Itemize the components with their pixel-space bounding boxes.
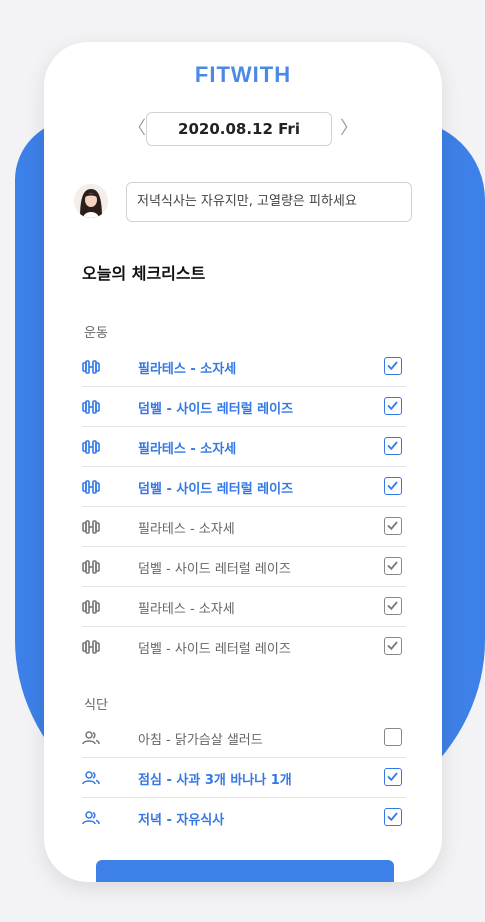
bottom-action-button[interactable] [96, 860, 394, 882]
phone-card: FITWITH 〈 2020.08.12 Fri 〉 저녁식사는 자유지만, 고… [44, 42, 442, 882]
exercise-item-label: 덤벨 - 사이드 레터럴 레이즈 [138, 642, 291, 657]
diet-item[interactable]: 아침 - 닭가슴살 샐러드 [82, 718, 406, 758]
exercise-item[interactable]: 덤벨 - 사이드 레터럴 레이즈 [82, 627, 406, 667]
checkbox[interactable] [384, 557, 402, 575]
people-icon [82, 770, 100, 786]
checkbox[interactable] [384, 728, 402, 746]
date-display[interactable]: 2020.08.12 Fri [146, 112, 332, 146]
exercise-item[interactable]: 덤벨 - 사이드 레터럴 레이즈 [82, 467, 406, 507]
exercise-item-label: 필라테스 - 소자세 [138, 362, 237, 377]
checkbox[interactable] [384, 397, 402, 415]
diet-item-label: 아침 - 닭가슴살 샐러드 [138, 733, 263, 748]
date-navigator: 〈 2020.08.12 Fri 〉 [44, 112, 442, 148]
exercise-item-label: 덤벨 - 사이드 레터럴 레이즈 [138, 482, 294, 497]
checkbox[interactable] [384, 437, 402, 455]
dumbbell-icon [82, 479, 100, 495]
app-logo: FITWITH [194, 62, 292, 87]
exercise-item[interactable]: 덤벨 - 사이드 레터럴 레이즈 [82, 547, 406, 587]
memo-field[interactable]: 저녁식사는 자유지만, 고열량은 피하세요 [126, 182, 412, 222]
dumbbell-icon [82, 639, 100, 655]
diet-item-label: 저녁 - 자유식사 [138, 813, 225, 828]
section-label-diet: 식단 [84, 698, 108, 713]
checkbox[interactable] [384, 637, 402, 655]
checkbox[interactable] [384, 768, 402, 786]
exercise-item-label: 덤벨 - 사이드 레터럴 레이즈 [138, 402, 294, 417]
exercise-item-label: 필라테스 - 소자세 [138, 442, 237, 457]
exercise-item-label: 필라테스 - 소자세 [138, 602, 235, 617]
checklist-title: 오늘의 체크리스트 [82, 264, 206, 283]
people-icon [82, 810, 100, 826]
dumbbell-icon [82, 399, 100, 415]
dumbbell-icon [82, 439, 100, 455]
diet-item[interactable]: 점심 - 사과 3개 바나나 1개 [82, 758, 406, 798]
exercise-item[interactable]: 필라테스 - 소자세 [82, 347, 406, 387]
dumbbell-icon [82, 559, 100, 575]
checkbox[interactable] [384, 357, 402, 375]
diet-item[interactable]: 저녁 - 자유식사 [82, 798, 406, 838]
section-label-exercise: 운동 [84, 326, 108, 341]
exercise-item-label: 필라테스 - 소자세 [138, 522, 235, 537]
dumbbell-icon [82, 519, 100, 535]
checkbox[interactable] [384, 808, 402, 826]
memo-row: 저녁식사는 자유지만, 고열량은 피하세요 [44, 182, 442, 226]
exercise-item[interactable]: 필라테스 - 소자세 [82, 587, 406, 627]
avatar [74, 184, 108, 218]
checkbox[interactable] [384, 477, 402, 495]
checkbox[interactable] [384, 517, 402, 535]
exercise-item[interactable]: 필라테스 - 소자세 [82, 507, 406, 547]
dumbbell-icon [82, 599, 100, 615]
exercise-item[interactable]: 덤벨 - 사이드 레터럴 레이즈 [82, 387, 406, 427]
checkbox[interactable] [384, 597, 402, 615]
exercise-item[interactable]: 필라테스 - 소자세 [82, 427, 406, 467]
diet-item-label: 점심 - 사과 3개 바나나 1개 [138, 773, 292, 788]
exercise-item-label: 덤벨 - 사이드 레터럴 레이즈 [138, 562, 291, 577]
people-icon [82, 730, 100, 746]
dumbbell-icon [82, 359, 100, 375]
chevron-right-icon[interactable]: 〉 [340, 118, 358, 140]
chevron-left-icon[interactable]: 〈 [128, 118, 146, 140]
